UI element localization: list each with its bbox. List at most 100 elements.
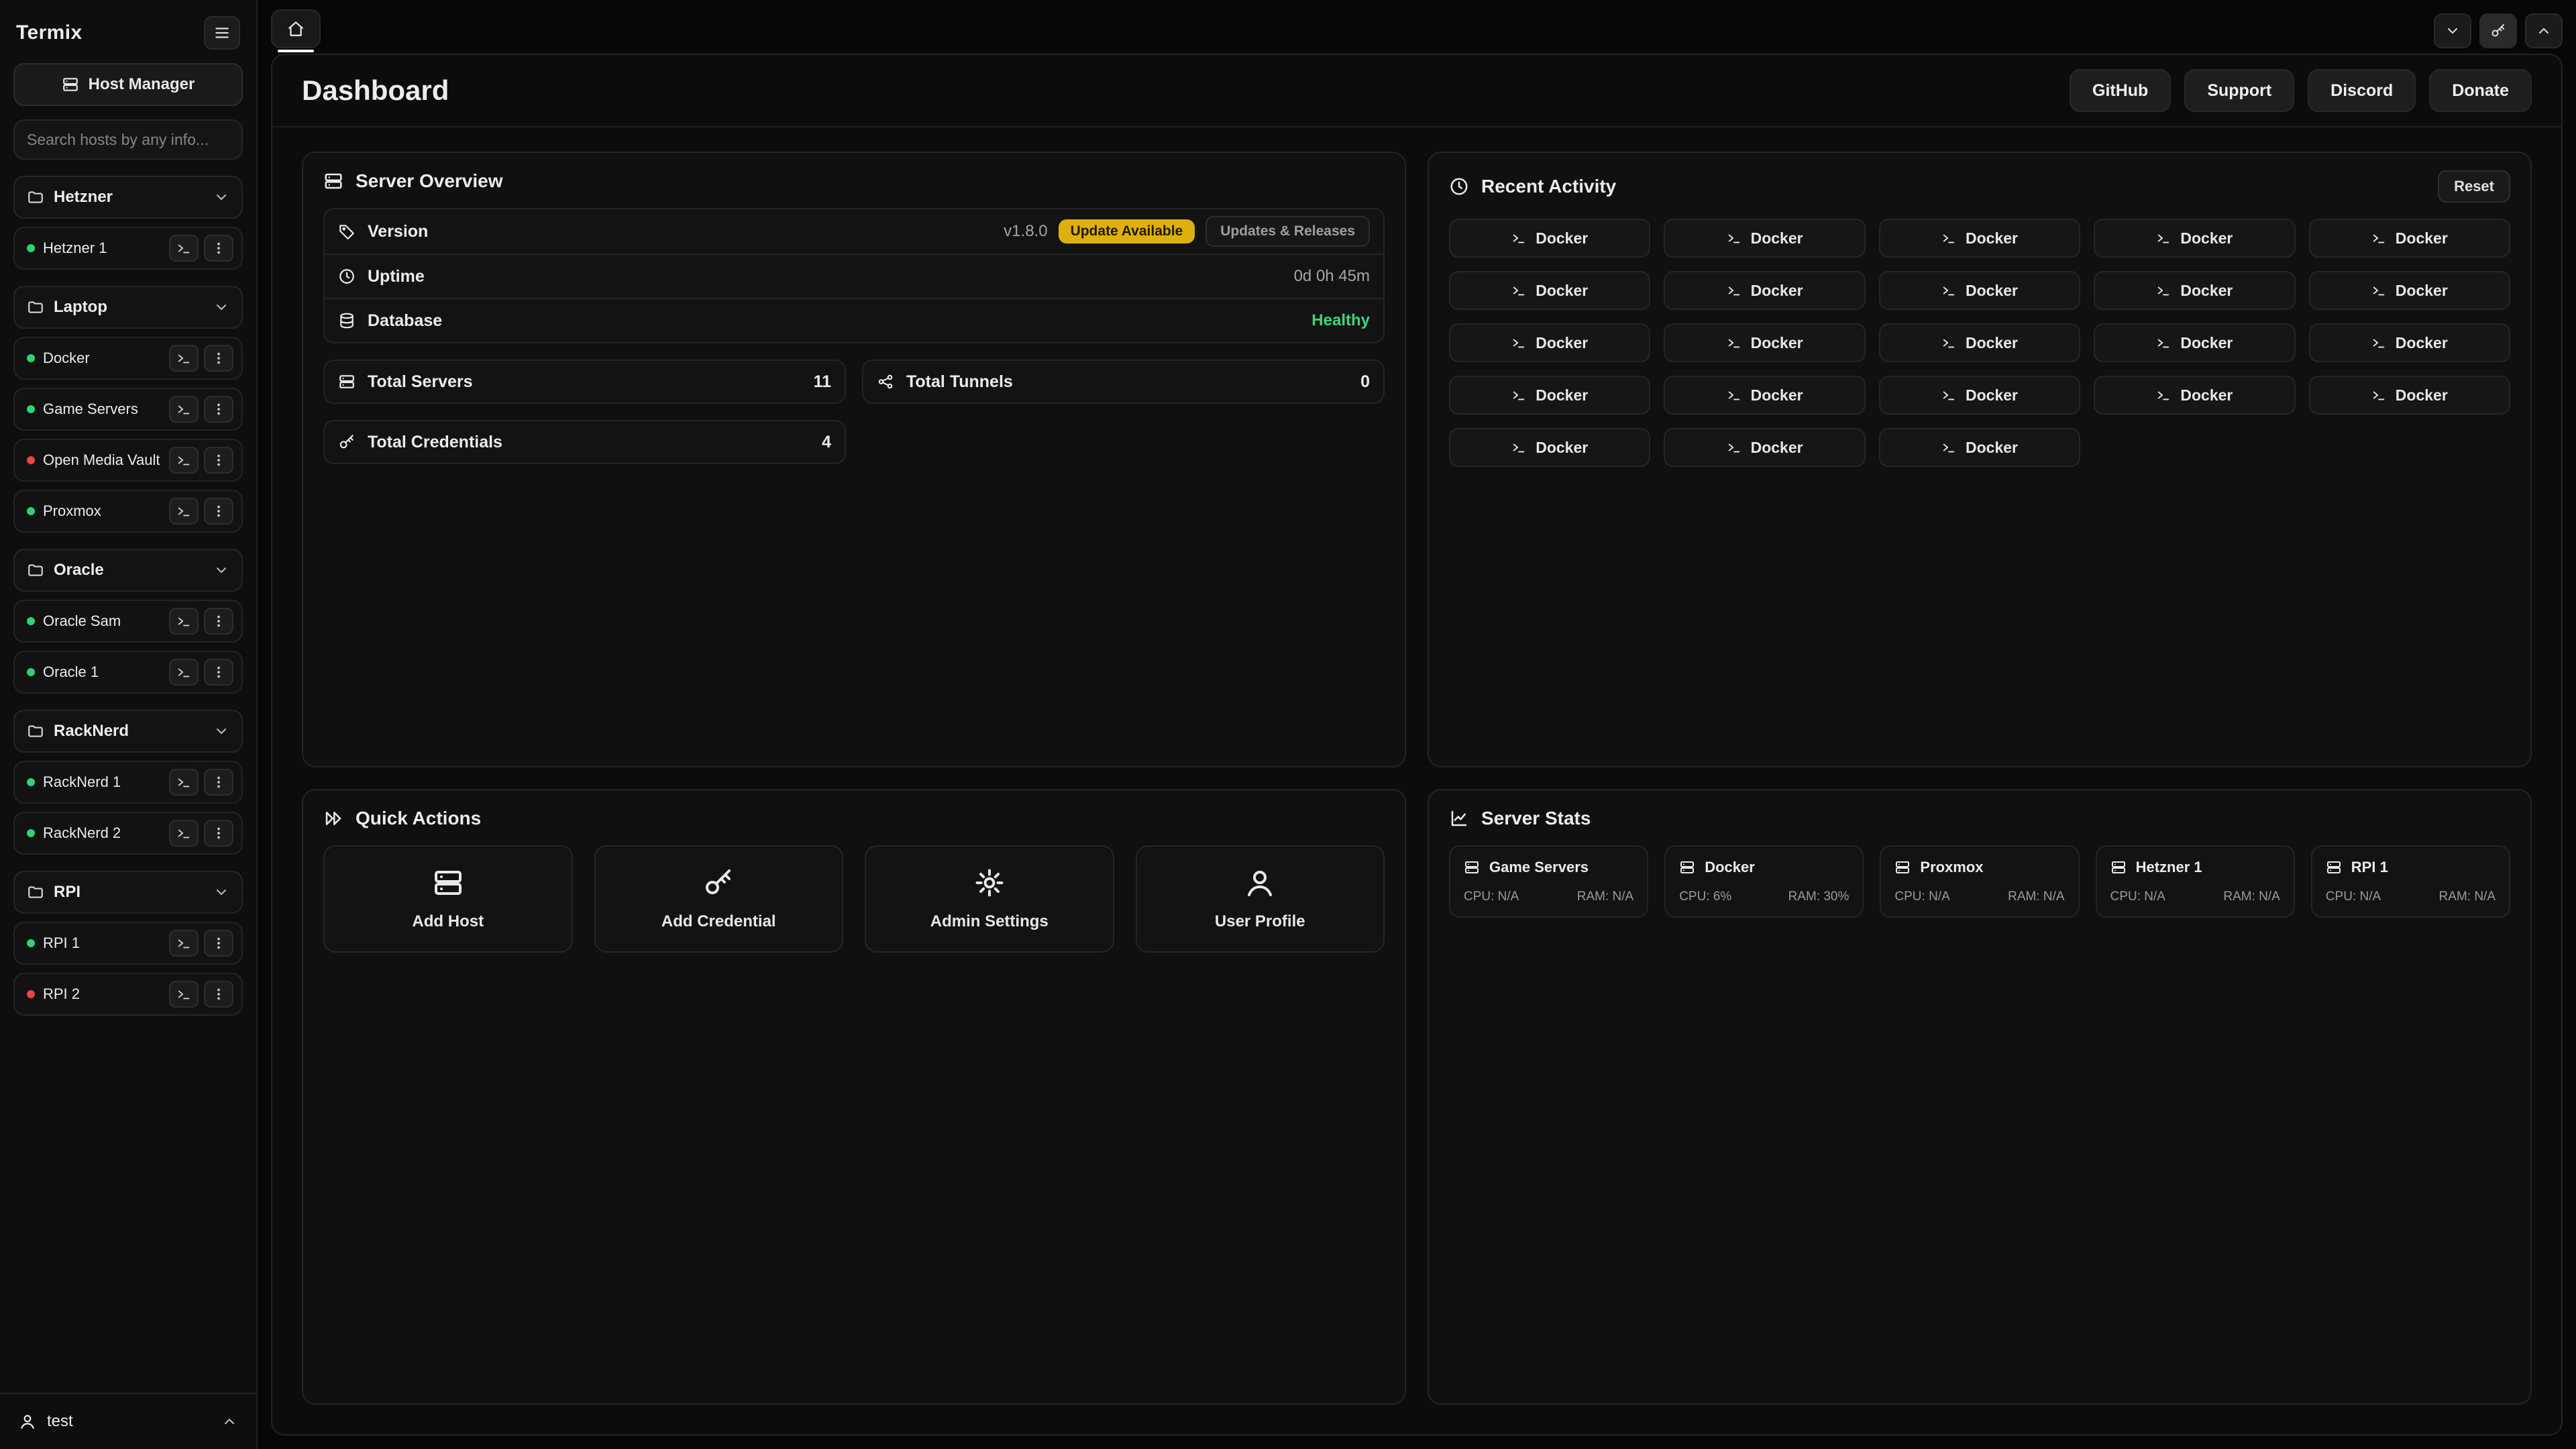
chevron-down-icon[interactable] <box>213 189 229 205</box>
host-group-header[interactable]: Laptop <box>13 286 243 329</box>
recent-activity-item[interactable]: Docker <box>1879 376 2080 415</box>
host-menu-button[interactable] <box>204 235 233 262</box>
recent-activity-item[interactable]: Docker <box>2094 323 2295 362</box>
host-menu-button[interactable] <box>204 820 233 847</box>
tabbar-keys-button[interactable] <box>2479 13 2517 48</box>
host-group-header[interactable]: Hetzner <box>13 176 243 219</box>
host-item[interactable]: RPI 2 <box>13 973 243 1016</box>
tabbar-expand-button[interactable] <box>2525 13 2563 48</box>
server-stat-card[interactable]: Docker CPU: 6% RAM: 30% <box>1664 845 1864 918</box>
host-item[interactable]: Open Media Vault <box>13 439 243 482</box>
host-item[interactable]: Oracle Sam <box>13 600 243 643</box>
server-stat-card[interactable]: RPI 1 CPU: N/A RAM: N/A <box>2311 845 2510 918</box>
recent-activity-item[interactable]: Docker <box>1449 376 1650 415</box>
host-menu-button[interactable] <box>204 498 233 525</box>
server-stat-meta: CPU: 6% RAM: 30% <box>1679 890 1849 904</box>
host-terminal-button[interactable] <box>169 345 199 372</box>
chevron-down-icon[interactable] <box>213 562 229 578</box>
recent-activity-item[interactable]: Docker <box>2309 271 2510 310</box>
recent-activity-label: Docker <box>2180 386 2233 405</box>
host-buttons <box>169 396 233 423</box>
updates-releases-button[interactable]: Updates & Releases <box>1205 216 1370 247</box>
host-item[interactable]: RackNerd 2 <box>13 812 243 855</box>
host-terminal-button[interactable] <box>169 930 199 957</box>
recent-activity-item[interactable]: Docker <box>2094 376 2295 415</box>
recent-activity-item[interactable]: Docker <box>2309 376 2510 415</box>
server-stat-card[interactable]: Game Servers CPU: N/A RAM: N/A <box>1449 845 1648 918</box>
server-stat-card[interactable]: Hetzner 1 CPU: N/A RAM: N/A <box>2096 845 2295 918</box>
chevron-down-icon[interactable] <box>213 299 229 315</box>
quick-action-button[interactable]: Admin Settings <box>865 845 1114 953</box>
recent-activity-item[interactable]: Docker <box>1449 428 1650 467</box>
host-terminal-button[interactable] <box>169 659 199 686</box>
sidebar-footer[interactable]: test <box>0 1393 256 1449</box>
chevron-up-icon[interactable] <box>221 1413 237 1430</box>
host-menu-button[interactable] <box>204 659 233 686</box>
host-item[interactable]: Proxmox <box>13 490 243 533</box>
terminal-icon <box>176 665 191 680</box>
server-stat-head: Hetzner 1 <box>2110 859 2280 876</box>
quick-action-button[interactable]: Add Credential <box>594 845 844 953</box>
header-action-button[interactable]: Discord <box>2308 69 2416 112</box>
host-group-header[interactable]: RackNerd <box>13 710 243 753</box>
host-manager-button[interactable]: Host Manager <box>13 63 243 106</box>
status-dot <box>27 507 35 515</box>
host-group: Hetzner Hetzner 1 <box>13 176 243 270</box>
host-item[interactable]: RackNerd 1 <box>13 761 243 804</box>
sidebar-menu-button[interactable] <box>204 16 240 50</box>
recent-activity-item[interactable]: Docker <box>2094 271 2295 310</box>
quick-action-button[interactable]: User Profile <box>1136 845 1385 953</box>
recent-activity-item[interactable]: Docker <box>1449 271 1650 310</box>
search-input[interactable] <box>13 119 243 160</box>
host-terminal-button[interactable] <box>169 981 199 1008</box>
host-group-header[interactable]: RPI <box>13 871 243 914</box>
host-menu-button[interactable] <box>204 769 233 796</box>
host-menu-button[interactable] <box>204 608 233 635</box>
host-menu-button[interactable] <box>204 930 233 957</box>
host-item[interactable]: Docker <box>13 337 243 380</box>
reset-button[interactable]: Reset <box>2438 170 2510 203</box>
recent-activity-item[interactable]: Docker <box>1664 428 1865 467</box>
recent-activity-item[interactable]: Docker <box>2309 323 2510 362</box>
recent-activity-item[interactable]: Docker <box>1664 219 1865 258</box>
host-item[interactable]: Game Servers <box>13 388 243 431</box>
host-menu-button[interactable] <box>204 981 233 1008</box>
recent-activity-item[interactable]: Docker <box>1664 271 1865 310</box>
recent-activity-item[interactable]: Docker <box>1879 323 2080 362</box>
recent-activity-item[interactable]: Docker <box>1879 271 2080 310</box>
header-action-button[interactable]: Donate <box>2429 69 2532 112</box>
host-item[interactable]: Oracle 1 <box>13 651 243 694</box>
tabbar-collapse-button[interactable] <box>2434 13 2471 48</box>
host-terminal-button[interactable] <box>169 769 199 796</box>
host-terminal-button[interactable] <box>169 235 199 262</box>
tab-home[interactable] <box>271 9 321 48</box>
recent-activity-item[interactable]: Docker <box>1664 376 1865 415</box>
host-terminal-button[interactable] <box>169 608 199 635</box>
recent-activity-label: Docker <box>1966 439 2018 457</box>
host-menu-button[interactable] <box>204 345 233 372</box>
status-dot <box>27 990 35 998</box>
host-terminal-button[interactable] <box>169 396 199 423</box>
host-terminal-button[interactable] <box>169 498 199 525</box>
recent-activity-item[interactable]: Docker <box>2309 219 2510 258</box>
host-group-header[interactable]: Oracle <box>13 549 243 592</box>
host-terminal-button[interactable] <box>169 447 199 474</box>
recent-activity-item[interactable]: Docker <box>1664 323 1865 362</box>
host-terminal-button[interactable] <box>169 820 199 847</box>
host-menu-button[interactable] <box>204 447 233 474</box>
host-menu-button[interactable] <box>204 396 233 423</box>
host-item[interactable]: RPI 1 <box>13 922 243 965</box>
header-action-button[interactable]: GitHub <box>2070 69 2171 112</box>
recent-activity-item[interactable]: Docker <box>1449 323 1650 362</box>
server-stat-card[interactable]: Proxmox CPU: N/A RAM: N/A <box>1880 845 2079 918</box>
recent-activity-item[interactable]: Docker <box>1879 428 2080 467</box>
chevron-down-icon[interactable] <box>213 884 229 900</box>
recent-activity-item[interactable]: Docker <box>1449 219 1650 258</box>
host-item[interactable]: Hetzner 1 <box>13 227 243 270</box>
header-action-button[interactable]: Support <box>2184 69 2294 112</box>
recent-activity-item[interactable]: Docker <box>2094 219 2295 258</box>
terminal-icon <box>176 614 191 629</box>
recent-activity-item[interactable]: Docker <box>1879 219 2080 258</box>
chevron-down-icon[interactable] <box>213 723 229 739</box>
quick-action-button[interactable]: Add Host <box>323 845 573 953</box>
